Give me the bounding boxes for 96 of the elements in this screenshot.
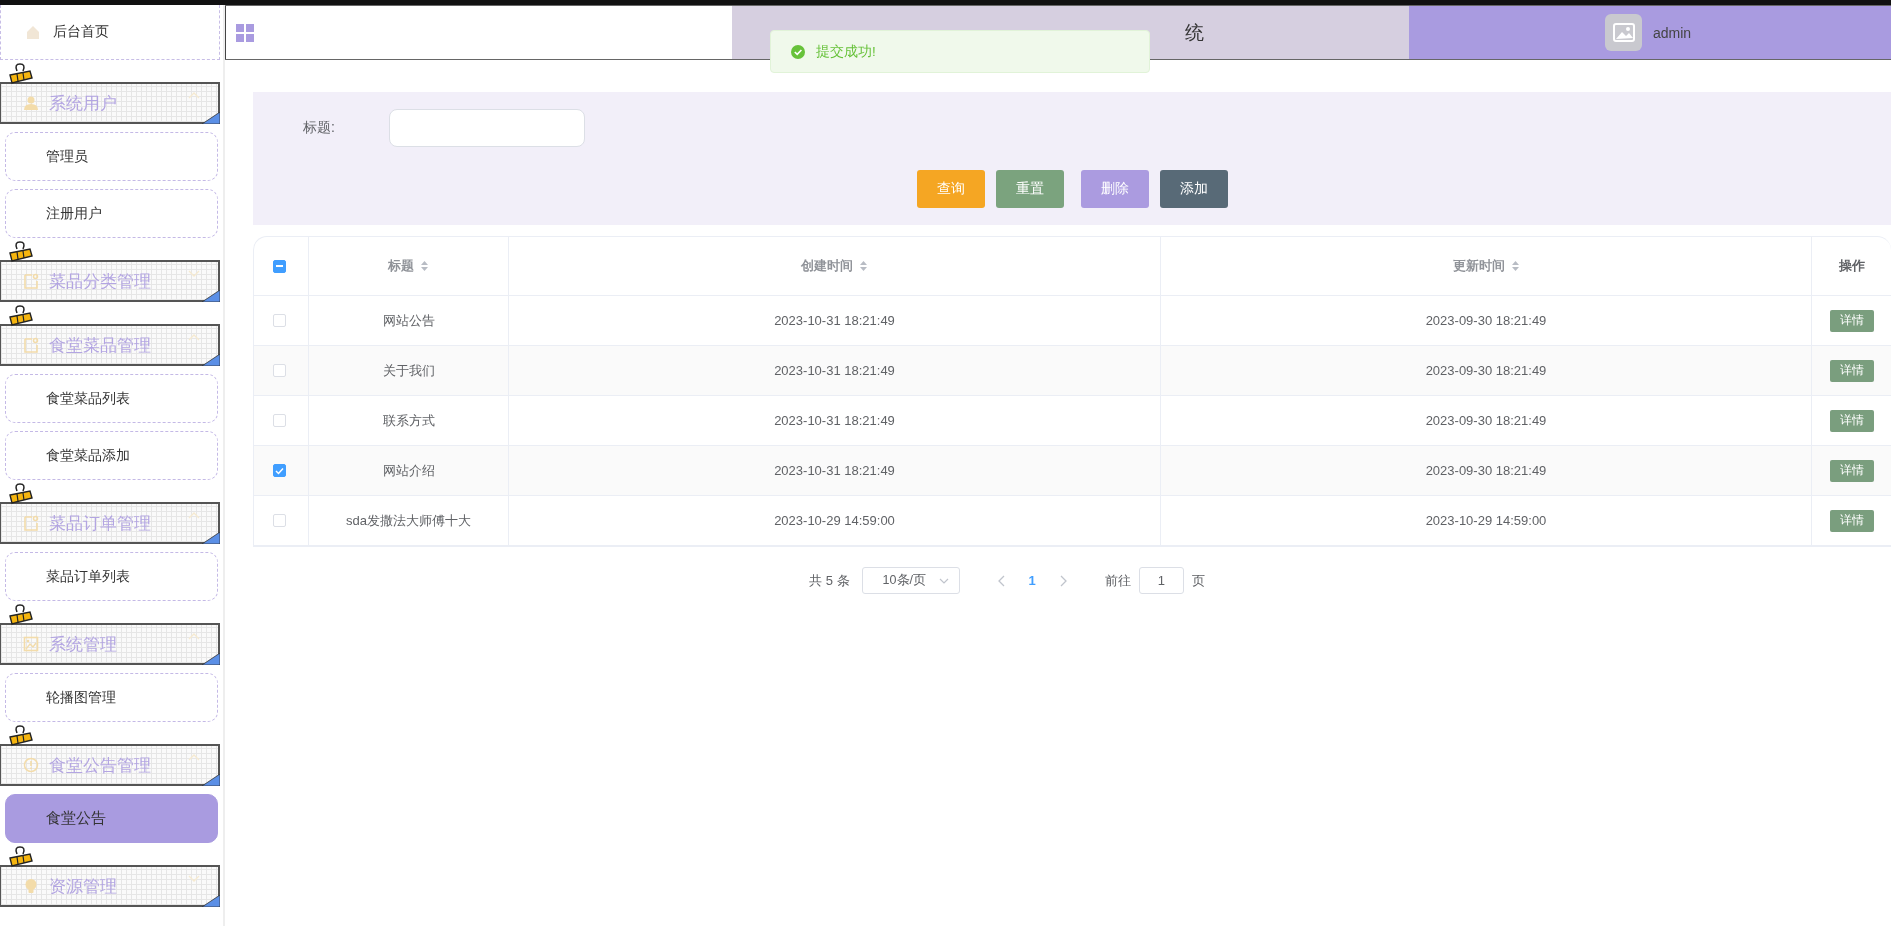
table-cell: 联系方式: [382, 411, 435, 430]
folded-corner: [202, 532, 220, 544]
binder-clip-icon: [8, 845, 34, 868]
column-header[interactable]: 创建时间: [801, 257, 853, 275]
details-button[interactable]: 详情: [1829, 459, 1874, 482]
check-icon: [274, 465, 285, 476]
submenu-item[interactable]: 轮播图管理: [5, 673, 218, 722]
menu-group-header[interactable]: 资源管理: [0, 865, 220, 907]
column-header: 操作: [1838, 257, 1865, 275]
menu-group-header[interactable]: 菜品订单管理: [0, 502, 220, 544]
info-icon: [23, 757, 39, 773]
details-button[interactable]: 详情: [1829, 509, 1874, 532]
checkbox[interactable]: [273, 259, 286, 273]
page-size-select[interactable]: 10条/页: [861, 567, 960, 594]
note-icon: [23, 337, 39, 353]
username[interactable]: admin: [1653, 24, 1692, 41]
previous-page-icon: [997, 574, 1005, 587]
binder-clip-icon: [8, 482, 34, 505]
submenu-item[interactable]: 食堂菜品列表: [5, 374, 218, 423]
avatar[interactable]: [1605, 14, 1642, 51]
menu-group-header[interactable]: 系统管理: [0, 623, 220, 665]
table-cell: 2023-09-30 18:21:49: [1425, 313, 1547, 328]
submenu-item[interactable]: 菜品订单列表: [5, 552, 218, 601]
folded-corner: [202, 653, 220, 665]
table-cell: 2023-10-31 18:21:49: [774, 463, 895, 478]
chevron-down-icon: [188, 875, 200, 882]
binder-clip-icon: [8, 240, 34, 263]
success-icon: [791, 44, 805, 59]
next-page-icon: [1059, 574, 1067, 587]
binder-clip-icon: [8, 304, 34, 327]
submenu-item[interactable]: 管理员: [5, 132, 218, 181]
chevron-up-icon: [188, 754, 200, 761]
add-button[interactable]: 添加: [1159, 170, 1228, 208]
page-number[interactable]: 1: [1028, 573, 1036, 588]
submenu-item[interactable]: 食堂菜品添加: [5, 431, 218, 480]
note-icon: [23, 273, 39, 289]
folded-corner: [202, 354, 220, 366]
details-button[interactable]: 详情: [1829, 359, 1874, 382]
binder-clip-icon: [8, 603, 34, 626]
table-cell: 网站公告: [382, 311, 435, 330]
table-cell: 2023-10-29 14:59:00: [1425, 513, 1547, 528]
folded-corner: [202, 774, 220, 786]
table-cell: 2023-10-29 14:59:00: [774, 513, 895, 528]
field-label: 标题:: [303, 119, 336, 137]
delete-button[interactable]: 删除: [1080, 170, 1149, 208]
bulb-icon: [23, 878, 39, 894]
menu-group-header[interactable]: 食堂公告管理: [0, 744, 220, 786]
dropdown-caret-icon: [938, 577, 949, 584]
goto-label: 前往: [1104, 571, 1131, 590]
submenu-item[interactable]: 食堂公告: [5, 794, 218, 843]
column-header[interactable]: 更新时间: [1452, 257, 1505, 275]
menu-group-header[interactable]: 系统用户: [0, 82, 220, 124]
table-cell: 2023-09-30 18:21:49: [1425, 463, 1547, 478]
binder-clip-icon: [8, 62, 34, 85]
table-cell: 2023-10-31 18:21:49: [774, 313, 895, 328]
page-input-field[interactable]: 1: [1138, 567, 1184, 594]
house-icon: [25, 24, 41, 40]
column-header[interactable]: 标题: [388, 257, 414, 275]
chevron-up-icon: [188, 512, 200, 519]
image-icon: [1612, 22, 1635, 43]
sort-icon: [859, 260, 868, 272]
chevron-up-icon: [188, 633, 200, 640]
note-icon: [23, 515, 39, 531]
folded-corner: [202, 112, 220, 124]
chevron-up-icon: [188, 334, 200, 341]
table-cell: 2023-10-31 18:21:49: [774, 363, 895, 378]
menu-group-header[interactable]: 食堂菜品管理: [0, 324, 220, 366]
search-button[interactable]: 查询: [916, 170, 985, 208]
table-cell: 网站介绍: [382, 461, 435, 480]
page-suffix: 页: [1191, 571, 1205, 590]
table-cell: 2023-10-31 18:21:49: [774, 413, 895, 428]
image-icon: [23, 636, 39, 652]
home-menu-item[interactable]: 后台首页: [0, 5, 220, 60]
details-button[interactable]: 详情: [1829, 309, 1874, 332]
grid-menu-icon: [236, 23, 254, 42]
system-title: 统: [1185, 20, 1204, 45]
user-icon: [23, 95, 39, 111]
folded-corner: [202, 290, 220, 302]
binder-clip-icon: [8, 724, 34, 747]
toast-message: 提交成功!: [816, 42, 876, 61]
folded-corner: [202, 895, 220, 907]
table-cell: 关于我们: [382, 361, 435, 380]
submenu-item[interactable]: 注册用户: [5, 189, 218, 238]
table-cell: 2023-09-30 18:21:49: [1425, 363, 1547, 378]
table-cell: 2023-09-30 18:21:49: [1425, 413, 1547, 428]
total-count: 共 5 条: [809, 571, 850, 590]
menu-group-header[interactable]: 菜品分类管理: [0, 260, 220, 302]
checkbox[interactable]: [273, 464, 286, 477]
details-button[interactable]: 详情: [1829, 409, 1874, 432]
title-input-field[interactable]: [389, 109, 585, 147]
sort-icon: [1510, 260, 1520, 272]
chevron-up-icon: [188, 92, 200, 99]
sort-icon: [420, 260, 429, 272]
reset-button[interactable]: 重置: [995, 170, 1064, 208]
chevron-down-icon: [188, 270, 200, 277]
table-cell: sda发撒法大师傅十大: [346, 511, 471, 530]
